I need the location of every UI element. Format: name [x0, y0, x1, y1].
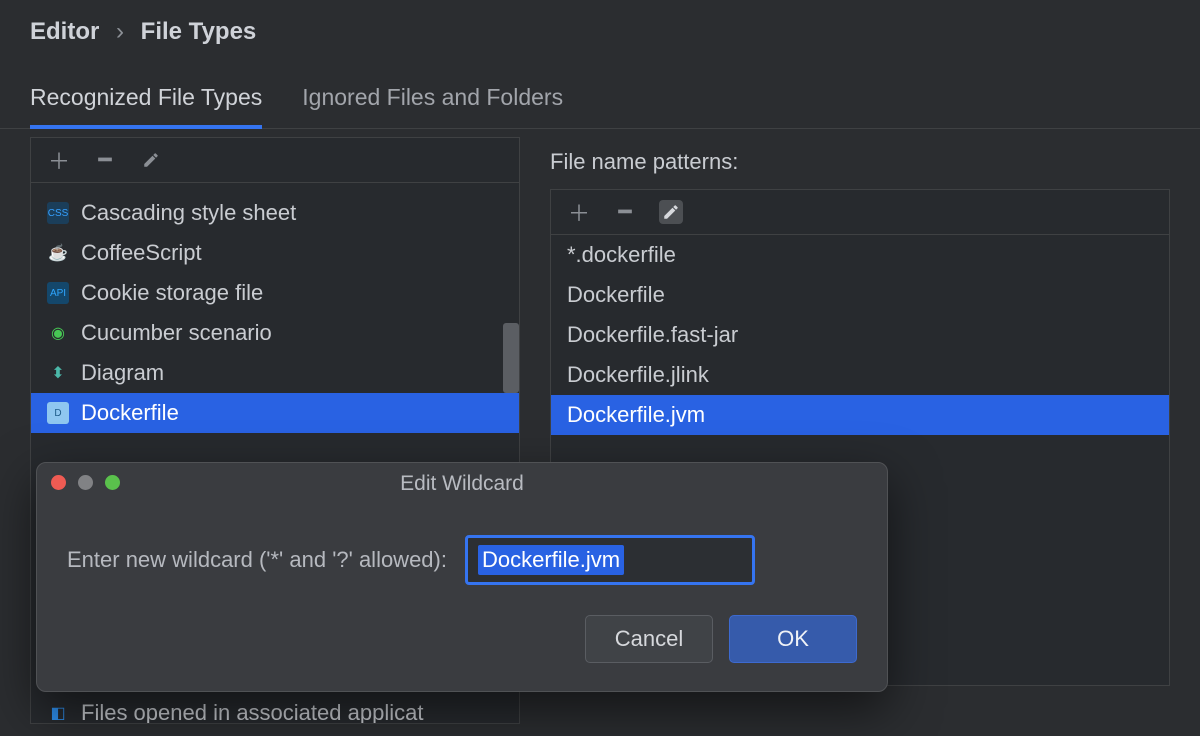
cpp-icon: ◧ — [47, 183, 69, 184]
coffeescript-icon: ☕ — [47, 242, 69, 264]
list-item[interactable]: ◧Files opened in associated applicat — [31, 693, 519, 723]
add-pattern-button[interactable]: ＋ — [567, 200, 591, 224]
remove-pattern-button[interactable]: ━ — [613, 200, 637, 224]
breadcrumb: Editor › File Types — [0, 0, 1200, 58]
file-types-toolbar: ＋ ━ — [31, 138, 519, 183]
remove-filetype-button[interactable]: ━ — [93, 148, 117, 172]
list-item[interactable]: CSSCascading style sheet — [31, 193, 519, 233]
minimize-icon — [78, 475, 93, 490]
patterns-label: File name patterns: — [550, 137, 1170, 189]
tab-ignored[interactable]: Ignored Files and Folders — [302, 84, 563, 128]
wildcard-input-label: Enter new wildcard ('*' and '?' allowed)… — [67, 547, 447, 573]
diagram-icon: ⬍ — [47, 362, 69, 384]
ok-button[interactable]: OK — [729, 615, 857, 663]
cucumber-icon: ◉ — [47, 322, 69, 344]
close-icon[interactable] — [51, 475, 66, 490]
api-icon: API — [47, 282, 69, 304]
dialog-title: Edit Wildcard — [400, 472, 524, 496]
dockerfile-icon: D — [47, 402, 69, 424]
list-item[interactable]: ◉Cucumber scenario — [31, 313, 519, 353]
css-icon: CSS — [47, 202, 69, 224]
edit-filetype-button[interactable] — [139, 148, 163, 172]
list-item[interactable]: ⬍Diagram — [31, 353, 519, 393]
list-item[interactable]: APICookie storage file — [31, 273, 519, 313]
cancel-button[interactable]: Cancel — [585, 615, 713, 663]
list-item[interactable]: ◧C/C++ — [31, 183, 519, 193]
pattern-item[interactable]: Dockerfile.fast-jar — [551, 315, 1169, 355]
breadcrumb-item-filetypes: File Types — [141, 18, 257, 45]
pattern-item[interactable]: *.dockerfile — [551, 235, 1169, 275]
tab-recognized[interactable]: Recognized File Types — [30, 84, 262, 129]
pattern-item[interactable]: Dockerfile.jlink — [551, 355, 1169, 395]
edit-wildcard-dialog: Edit Wildcard Enter new wildcard ('*' an… — [36, 462, 888, 692]
dialog-titlebar[interactable]: Edit Wildcard — [37, 463, 887, 505]
scrollbar-thumb[interactable] — [503, 323, 519, 393]
breadcrumb-item-editor[interactable]: Editor — [30, 18, 99, 45]
pattern-item[interactable]: Dockerfile — [551, 275, 1169, 315]
edit-pattern-button[interactable] — [659, 200, 683, 224]
patterns-toolbar: ＋ ━ — [551, 190, 1169, 235]
add-filetype-button[interactable]: ＋ — [47, 148, 71, 172]
list-item-dockerfile[interactable]: DDockerfile — [31, 393, 519, 433]
list-item[interactable]: ☕CoffeeScript — [31, 233, 519, 273]
maximize-icon[interactable] — [105, 475, 120, 490]
wildcard-input-value: Dockerfile.jvm — [478, 545, 624, 575]
breadcrumb-separator: › — [106, 18, 134, 45]
pattern-item[interactable]: Dockerfile.jvm — [551, 395, 1169, 435]
tabs: Recognized File Types Ignored Files and … — [0, 58, 1200, 129]
wildcard-input[interactable]: Dockerfile.jvm — [465, 535, 755, 585]
associated-icon: ◧ — [47, 702, 69, 723]
